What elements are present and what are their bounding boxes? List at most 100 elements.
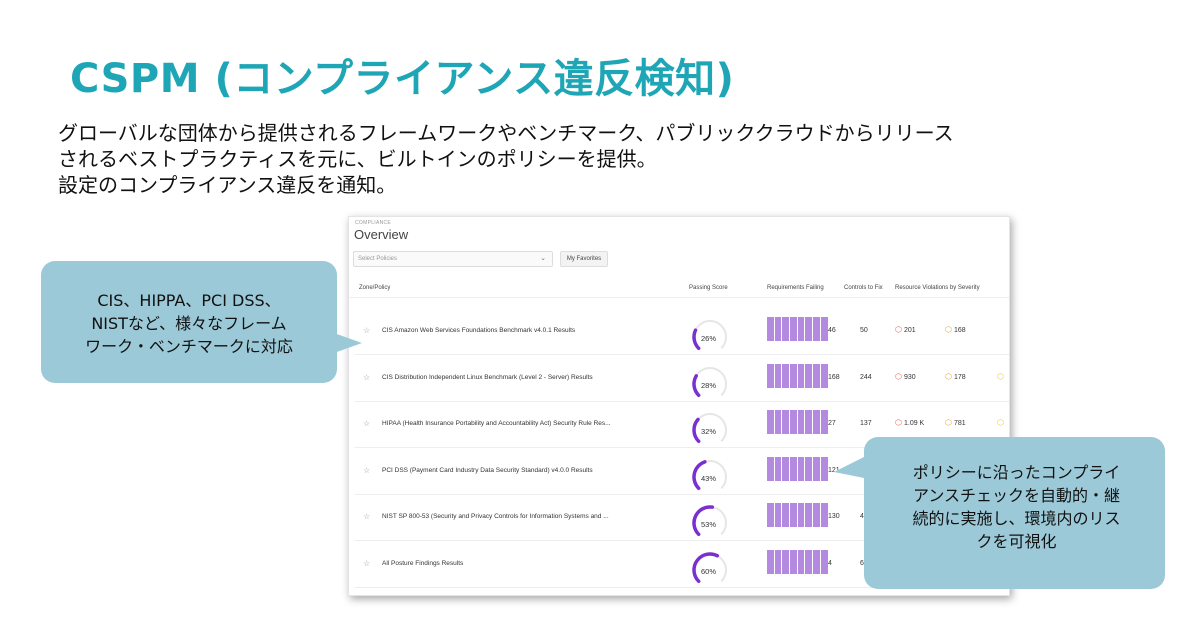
severity-high-count[interactable]: ⬡ 930	[895, 372, 916, 381]
callout-line: ワーク・ベンチマークに対応	[85, 337, 293, 356]
requirement-bar-segment	[805, 503, 813, 527]
passing-score-gauge	[692, 413, 727, 444]
chevron-down-icon[interactable]: ⌄	[540, 252, 546, 266]
requirement-bar-segment	[820, 456, 828, 481]
passing-score-value: 53%	[701, 520, 717, 529]
requirement-bar-segment	[805, 410, 813, 434]
star-outline-icon[interactable]: ☆	[363, 559, 370, 568]
policy-name[interactable]: HIPAA (Health Insurance Portability and …	[382, 420, 611, 427]
requirement-bar-segment	[767, 456, 774, 481]
star-outline-icon[interactable]: ☆	[363, 373, 370, 382]
requirement-bar-segment	[782, 549, 790, 574]
requirements-bar	[767, 456, 828, 481]
requirement-bar-segment	[774, 363, 782, 388]
column-header-passing-score[interactable]: Passing Score	[689, 285, 728, 291]
severity-medium-count[interactable]: ⬡ 781	[945, 418, 966, 427]
passing-score-gauge	[692, 320, 727, 351]
requirement-bar-segment	[813, 503, 820, 527]
requirements-failing-count: 130	[828, 513, 840, 520]
star-outline-icon[interactable]: ☆	[363, 466, 370, 475]
requirements-bar	[767, 317, 828, 341]
passing-score-value: 26%	[701, 334, 717, 343]
star-outline-icon[interactable]: ☆	[363, 326, 370, 335]
requirement-bar-segment	[813, 317, 820, 341]
requirements-failing-count: 4	[828, 559, 832, 567]
policy-name[interactable]: PCI DSS (Payment Card Industry Data Secu…	[382, 467, 593, 474]
star-outline-icon[interactable]: ☆	[363, 512, 370, 521]
description-line: グローバルな団体から提供されるフレームワークやベンチマーク、パブリッククラウドか…	[58, 121, 954, 145]
policy-name[interactable]: NIST SP 800-53 (Security and Privacy Con…	[382, 513, 609, 520]
requirement-bar-segment	[797, 503, 805, 527]
page-title: Overview	[354, 227, 409, 242]
callout-pointer	[334, 333, 362, 353]
breadcrumb[interactable]: COMPLIANCE	[355, 220, 391, 226]
requirement-bar-segment	[797, 317, 805, 341]
description-line: 設定のコンプライアンス違反を通知。	[58, 173, 397, 197]
column-header-requirements-failing[interactable]: Requirements Failing	[767, 285, 824, 291]
callout-frameworks: CIS、HIPPA、PCI DSS、 NISTなど、様々なフレーム ワーク・ベン…	[41, 261, 337, 383]
slide-title: CSPM (コンプライアンス違反検知)	[70, 56, 735, 102]
requirement-bar-segment	[820, 317, 828, 341]
hexagon-alert-icon: ⬡	[895, 325, 902, 334]
passing-score-gauge	[692, 505, 727, 537]
requirement-bar-segment	[782, 503, 790, 527]
requirement-bar-segment	[782, 456, 790, 481]
passing-score-value: 60%	[701, 566, 717, 576]
callout-text: CIS、HIPPA、PCI DSS、 NISTなど、様々なフレーム ワーク・ベン…	[41, 289, 337, 358]
severity-high-value: 1.09 K	[903, 420, 925, 427]
requirement-bar-segment	[797, 410, 805, 434]
table-row[interactable]: ☆ CIS Distribution Independent Linux Benc…	[349, 356, 1009, 402]
severity-high-value: 930	[903, 373, 916, 381]
requirement-bar-segment	[805, 363, 813, 388]
severity-high-count[interactable]: ⬡ 1.09 K	[895, 418, 924, 427]
hexagon-alert-icon: ⬡	[895, 418, 902, 427]
requirement-bar-segment	[782, 410, 790, 434]
policy-select[interactable]: Select Policies ⌄	[353, 251, 553, 267]
severity-medium-value: 178	[953, 373, 966, 381]
passing-score-value: 32%	[701, 427, 717, 436]
callout-line: クを可視化	[976, 532, 1057, 551]
severity-high-count[interactable]: ⬡ 201	[895, 325, 916, 334]
policy-name[interactable]: All Posture Findings Results	[382, 560, 463, 567]
controls-to-fix-count: 50	[860, 327, 868, 334]
severity-medium-count[interactable]: ⬡ 168	[945, 325, 966, 334]
requirements-bar	[767, 503, 828, 527]
policy-name[interactable]: CIS Amazon Web Services Foundations Benc…	[382, 327, 575, 334]
hexagon-alert-icon: ⬡	[945, 325, 952, 334]
hexagon-alert-icon[interactable]: ⬡	[997, 372, 1004, 381]
column-header-controls-to-fix[interactable]: Controls to Fix	[844, 285, 883, 291]
requirements-bar	[767, 410, 828, 434]
requirement-bar-segment	[820, 363, 828, 388]
requirement-bar-segment	[790, 410, 797, 434]
requirement-bar-segment	[813, 549, 820, 574]
policy-select-placeholder: Select Policies	[358, 256, 398, 262]
requirement-bar-segment	[767, 363, 774, 388]
requirement-bar-segment	[767, 317, 774, 341]
callout-line: アンスチェックを自動的・継	[912, 486, 1121, 505]
requirement-bar-segment	[774, 410, 782, 434]
requirement-bar-segment	[767, 549, 774, 574]
requirements-failing-count: 27	[828, 420, 836, 427]
callout-line: NISTなど、様々なフレーム	[91, 314, 287, 333]
requirement-bar-segment	[774, 503, 782, 527]
passing-score-gauge	[692, 366, 727, 397]
severity-medium-count[interactable]: ⬡ 178	[945, 372, 966, 381]
requirement-bar-segment	[813, 410, 820, 434]
my-favorites-button[interactable]: My Favorites	[560, 251, 608, 267]
column-header-zone-policy[interactable]: Zone/Policy	[359, 285, 390, 291]
slide-description: グローバルな団体から提供されるフレームワークやベンチマーク、パブリッククラウドか…	[58, 120, 1158, 198]
requirement-bar-segment	[805, 456, 813, 481]
column-header-resource-violations[interactable]: Resource Violations by Severity	[895, 285, 980, 291]
requirement-bar-segment	[774, 549, 782, 574]
requirement-bar-segment	[813, 456, 820, 481]
requirements-bar	[767, 363, 828, 388]
policy-name[interactable]: CIS Distribution Independent Linux Bench…	[382, 374, 593, 381]
controls-to-fix-count: 244	[860, 373, 872, 381]
requirement-bar-segment	[774, 456, 782, 481]
requirement-bar-segment	[820, 410, 828, 434]
star-outline-icon[interactable]: ☆	[363, 419, 370, 428]
table-row[interactable]: ☆ CIS Amazon Web Services Foundations Ben…	[349, 309, 1009, 355]
hexagon-alert-icon: ⬡	[945, 371, 952, 381]
requirement-bar-segment	[782, 363, 790, 388]
hexagon-alert-icon[interactable]: ⬡	[997, 418, 1004, 427]
